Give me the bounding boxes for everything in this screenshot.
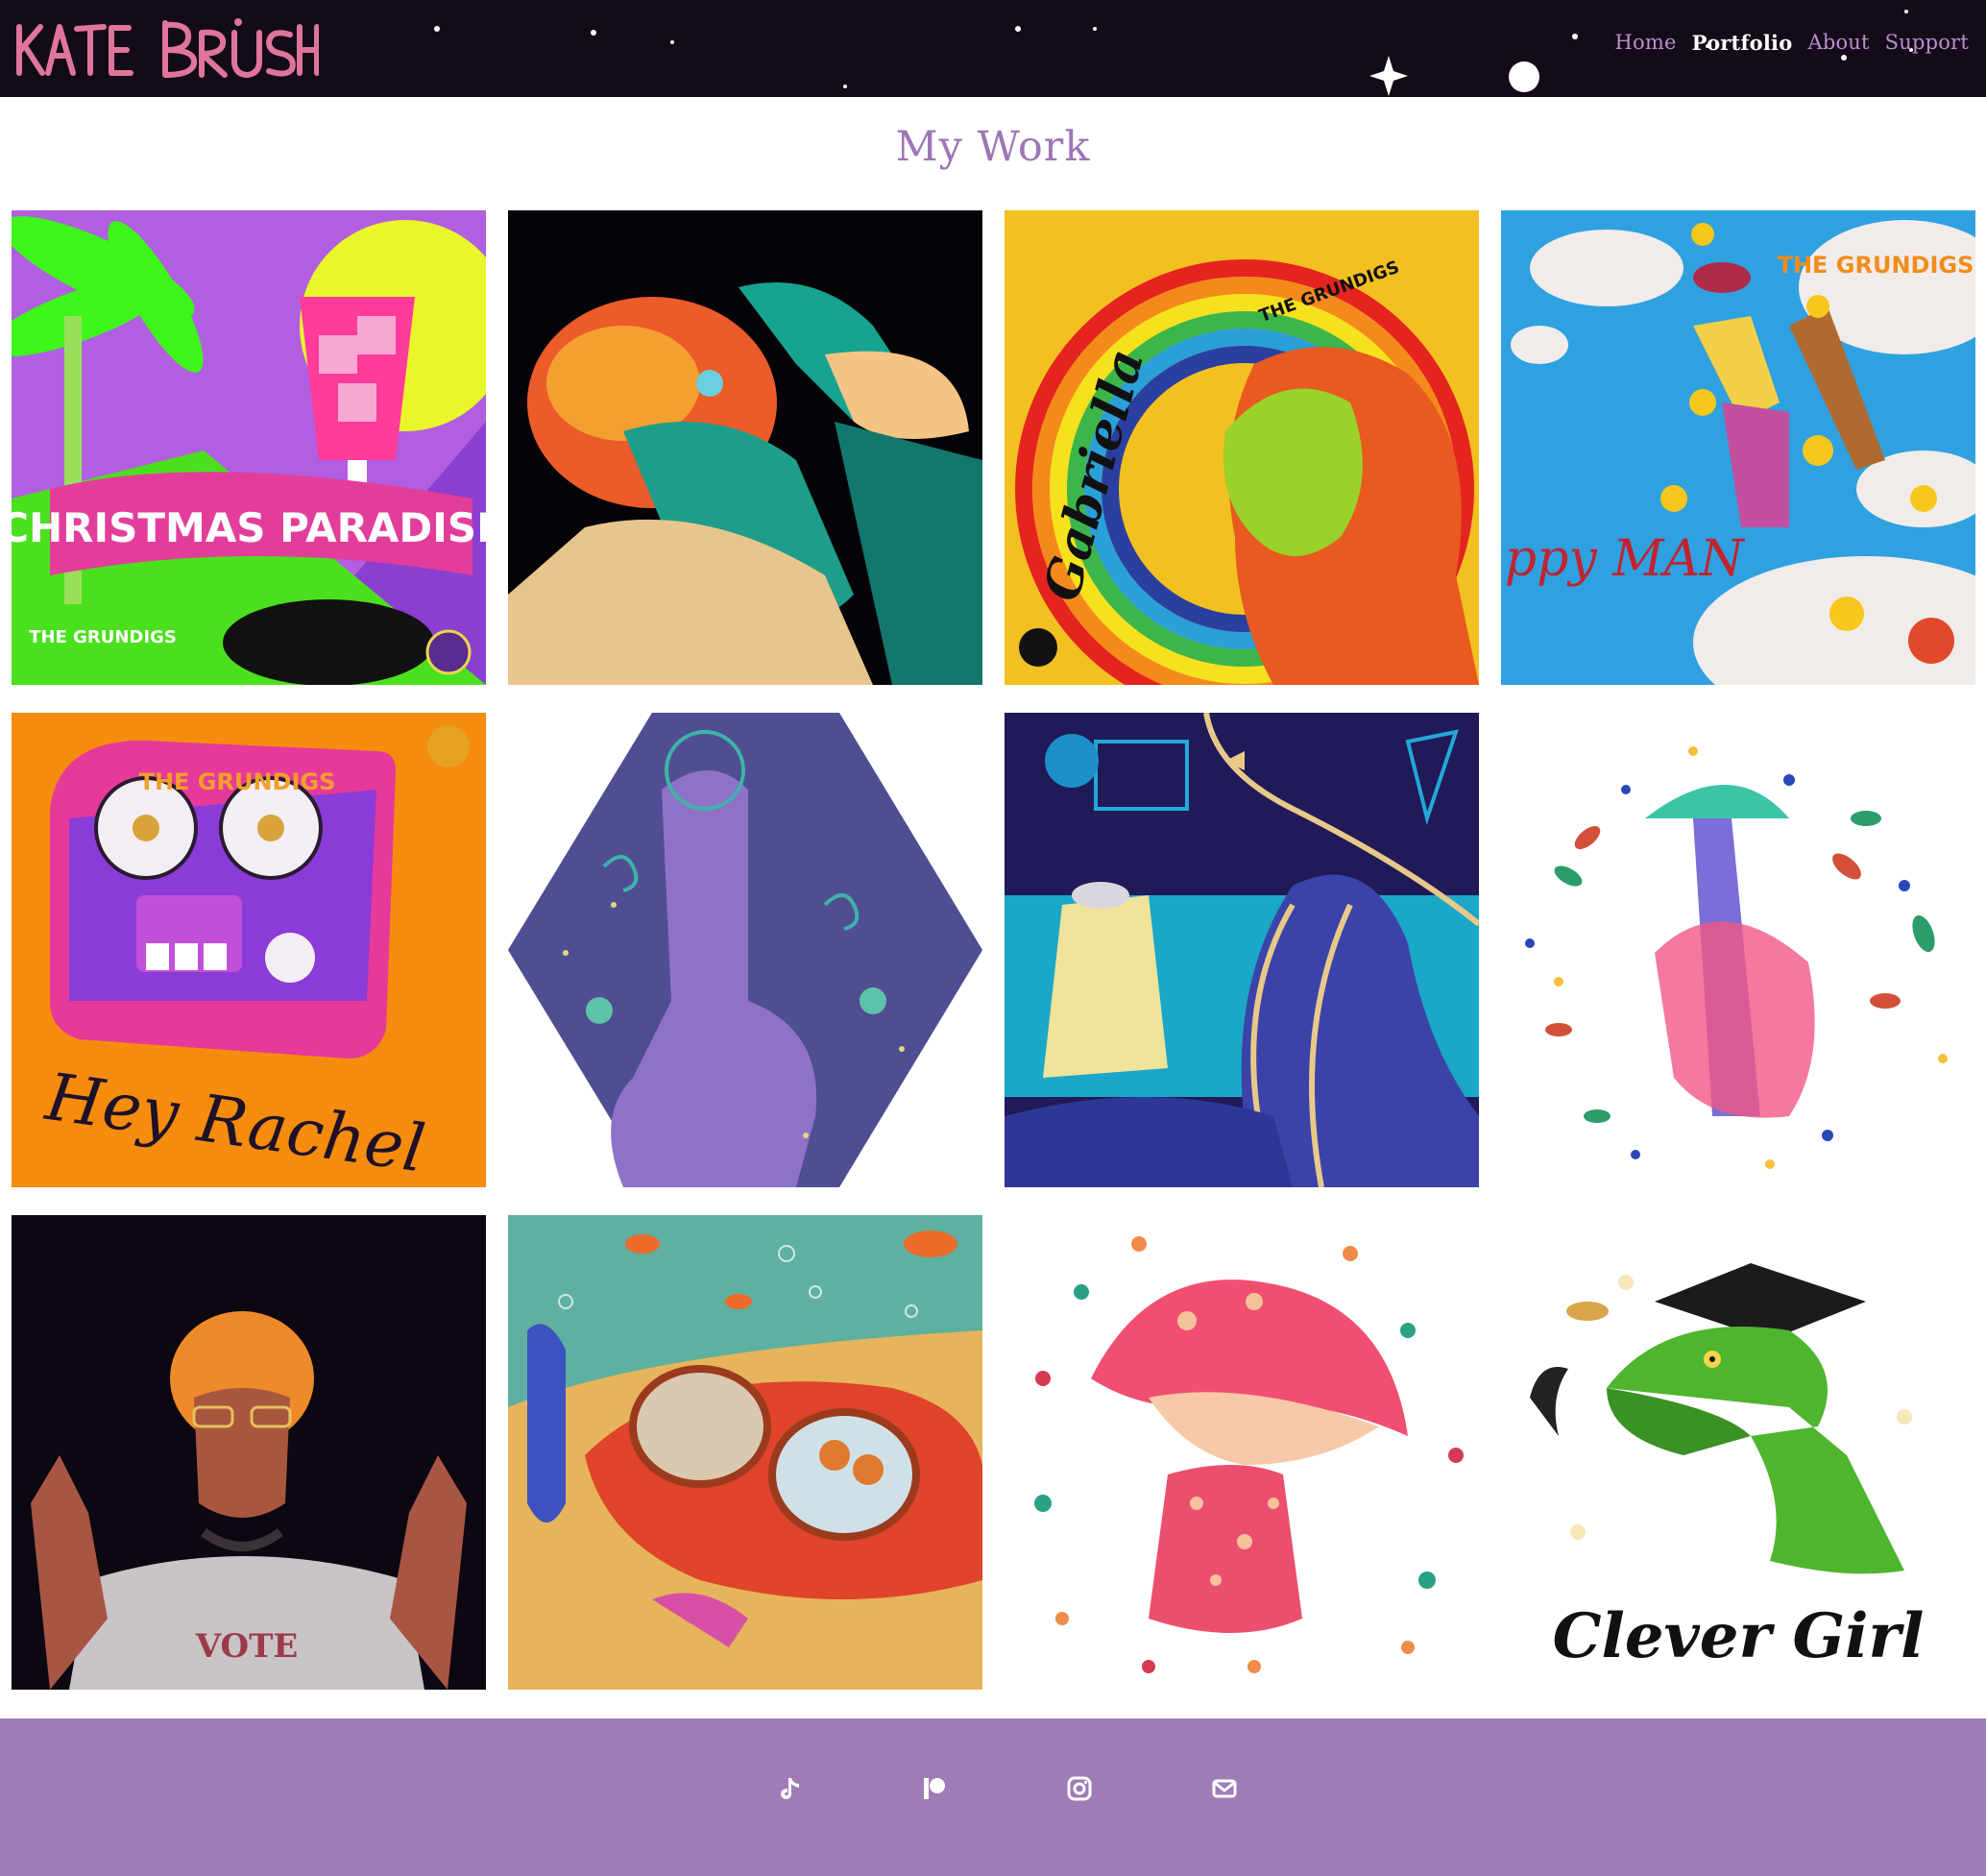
artwork-title-text: Happy MAN	[1501, 530, 1745, 588]
site-footer	[0, 1718, 1986, 1876]
nav-about-link[interactable]: About	[1807, 31, 1869, 55]
artwork-portrait-teal-hand[interactable]	[508, 210, 982, 685]
band-name-text: THE GRUNDIGS	[29, 627, 177, 647]
artwork-night-lamp[interactable]	[1005, 713, 1479, 1187]
artwork-happy-man[interactable]: Happy MAN THE GRUNDIGS	[1501, 210, 1975, 685]
nav-portfolio-link[interactable]: Portfolio	[1692, 31, 1793, 55]
patreon-icon[interactable]	[913, 1767, 956, 1810]
site-logo[interactable]	[12, 13, 320, 83]
artwork-title-text: Clever Girl	[1553, 1600, 1925, 1672]
artwork-space-dinosaur[interactable]	[508, 713, 982, 1187]
artwork-clever-girl[interactable]: Clever Girl	[1501, 1215, 1975, 1690]
site-header: Home Portfolio About Support	[0, 0, 1986, 97]
artwork-vote-portrait[interactable]: VOTE	[12, 1215, 486, 1690]
artwork-christmas-paradise[interactable]: CHRISTMAS PARADISE THE GRUNDIGS	[12, 210, 486, 685]
tiktok-icon[interactable]	[769, 1767, 811, 1810]
artwork-red-mushroom[interactable]	[1005, 1215, 1479, 1690]
email-icon[interactable]	[1203, 1767, 1246, 1810]
nav-support-link[interactable]: Support	[1885, 31, 1969, 55]
artwork-gabriella[interactable]: Gabriella THE GRUNDIGS	[1005, 210, 1479, 685]
instagram-icon[interactable]	[1058, 1767, 1101, 1810]
artwork-title-text: VOTE	[195, 1627, 299, 1666]
artwork-hey-rachel[interactable]: THE GRUNDIGS Hey Rachel	[12, 713, 486, 1187]
artwork-mushroom-circle[interactable]	[1501, 713, 1975, 1187]
main-nav: Home Portfolio About Support	[1615, 31, 1969, 55]
band-name-text: THE GRUNDIGS	[1778, 252, 1974, 279]
band-name-text: THE GRUNDIGS	[139, 768, 336, 795]
artwork-title-text: CHRISTMAS PARADISE	[12, 504, 486, 551]
artwork-submarine[interactable]	[508, 1215, 982, 1690]
nav-home-link[interactable]: Home	[1615, 31, 1677, 55]
page-title: My Work	[895, 123, 1091, 171]
